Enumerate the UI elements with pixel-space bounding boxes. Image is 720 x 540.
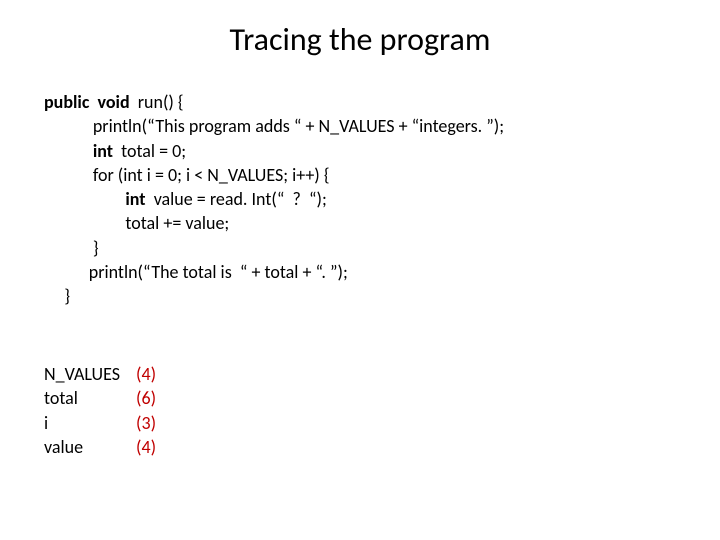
trace-row: N_VALUES (4)	[44, 362, 156, 386]
code-line-4: for (int i = 0; i < N_VALUES; i++) {	[44, 164, 330, 186]
code-line-3: int total = 0;	[44, 140, 186, 162]
trace-value: (4)	[136, 362, 156, 386]
code-line-9: }	[44, 285, 70, 307]
trace-row: value (4)	[44, 435, 156, 459]
trace-label: total	[44, 386, 136, 410]
code-block: public void run() { println(“This progra…	[44, 90, 504, 309]
code-line-1: public void run() {	[44, 91, 184, 113]
code-line-7: }	[44, 237, 99, 259]
code-line-2: println(“This program adds “ + N_VALUES …	[44, 115, 504, 137]
trace-label: value	[44, 435, 136, 459]
trace-label: N_VALUES	[44, 362, 136, 386]
trace-value: (6)	[136, 386, 156, 410]
trace-block: N_VALUES (4) total (6) i (3) value (4)	[44, 362, 156, 459]
trace-row: total (6)	[44, 386, 156, 410]
slide-title: Tracing the program	[0, 20, 720, 59]
slide: Tracing the program public void run() { …	[0, 0, 720, 540]
code-line-5: int value = read. Int(“ ? “);	[44, 188, 327, 210]
code-line-6: total += value;	[44, 212, 229, 234]
trace-row: i (3)	[44, 411, 156, 435]
code-line-8: println(“The total is “ + total + “. ”);	[44, 261, 348, 283]
trace-value: (4)	[136, 435, 156, 459]
trace-value: (3)	[136, 411, 156, 435]
trace-label: i	[44, 411, 136, 435]
